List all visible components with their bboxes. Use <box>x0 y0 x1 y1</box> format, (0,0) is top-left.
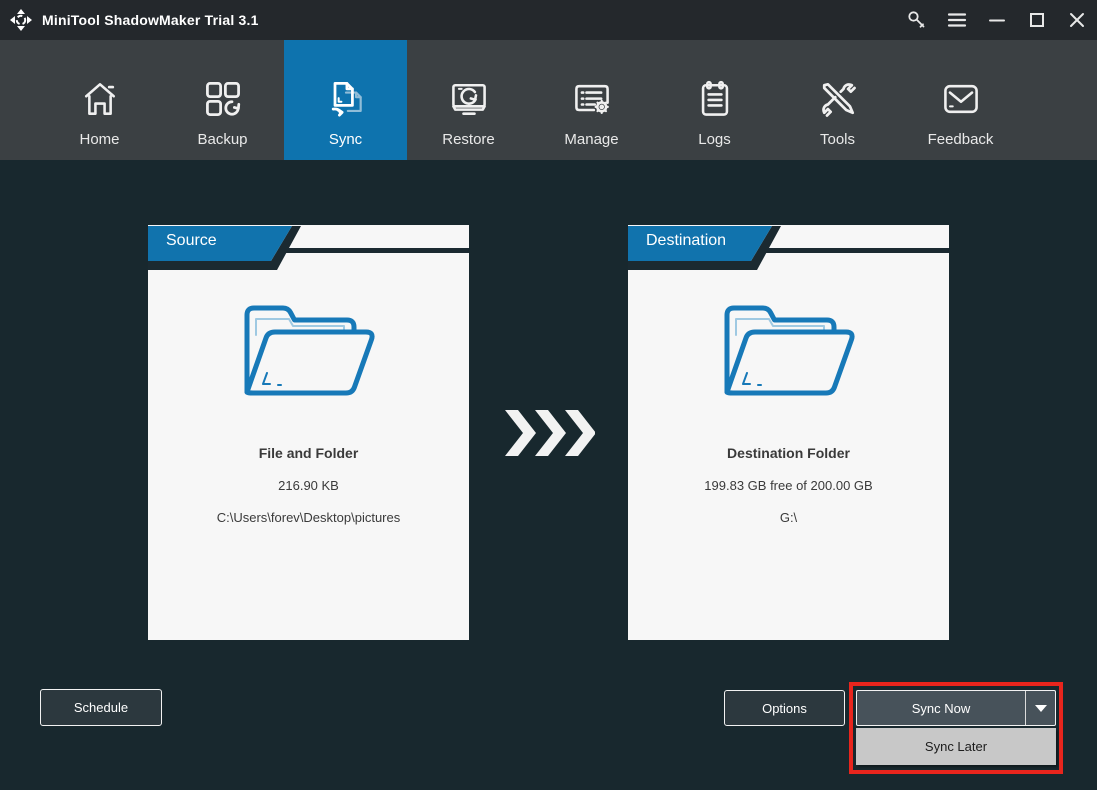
tab-home-label: Home <box>79 131 119 148</box>
menu-icon[interactable] <box>937 0 977 40</box>
source-banner-label: Source <box>166 232 217 250</box>
source-path-value: C:\Users\forev\Desktop\pictures <box>148 510 469 525</box>
tab-feedback[interactable]: Feedback <box>899 40 1022 160</box>
open-folder-icon <box>148 297 469 399</box>
sync-files-icon <box>324 77 368 121</box>
tab-manage-label: Manage <box>564 131 618 148</box>
open-folder-icon <box>628 297 949 399</box>
source-card[interactable]: Source File and Folder 216.90 KB C:\User… <box>148 225 469 640</box>
logs-clipboard-icon <box>693 77 737 121</box>
app-logo-icon <box>8 7 34 33</box>
source-size-value: 216.90 KB <box>148 478 469 493</box>
options-button[interactable]: Options <box>724 690 845 726</box>
minimize-icon[interactable] <box>977 0 1017 40</box>
source-type-label: File and Folder <box>148 445 469 461</box>
tab-sync[interactable]: Sync <box>284 40 407 160</box>
home-icon <box>78 77 122 121</box>
tab-feedback-label: Feedback <box>928 131 994 148</box>
chevron-down-icon <box>1035 705 1047 712</box>
tab-logs-label: Logs <box>698 131 731 148</box>
destination-card[interactable]: Destination Destination Folder 199.83 GB… <box>628 225 949 640</box>
tab-restore[interactable]: Restore <box>407 40 530 160</box>
register-key-icon[interactable] <box>897 0 937 40</box>
sync-now-split-button: Sync Now <box>856 690 1056 726</box>
tab-home[interactable]: Home <box>38 40 161 160</box>
backup-grid-icon <box>201 77 245 121</box>
feedback-envelope-icon <box>939 77 983 121</box>
window-title: MiniTool ShadowMaker Trial 3.1 <box>42 12 259 28</box>
maximize-icon[interactable] <box>1017 0 1057 40</box>
destination-path-value: G:\ <box>628 510 949 525</box>
tab-tools[interactable]: Tools <box>776 40 899 160</box>
tab-backup[interactable]: Backup <box>161 40 284 160</box>
destination-type-label: Destination Folder <box>628 445 949 461</box>
tab-tools-label: Tools <box>820 131 855 148</box>
sync-now-button[interactable]: Sync Now <box>857 691 1026 725</box>
minitool-shadowmaker-window: MiniTool ShadowMaker Trial 3.1 <box>0 0 1097 790</box>
manage-list-gear-icon <box>570 77 614 121</box>
destination-free-space-value: 199.83 GB free of 200.00 GB <box>628 478 949 493</box>
restore-monitor-icon <box>447 77 491 121</box>
tab-backup-label: Backup <box>197 131 247 148</box>
destination-banner-label: Destination <box>646 232 726 250</box>
tab-restore-label: Restore <box>442 131 495 148</box>
tools-wrench-icon <box>816 77 860 121</box>
main-navigation: Home Backup <box>0 40 1097 160</box>
sync-later-menu-item[interactable]: Sync Later <box>856 728 1056 765</box>
tab-manage[interactable]: Manage <box>530 40 653 160</box>
schedule-button[interactable]: Schedule <box>40 689 162 726</box>
tab-sync-label: Sync <box>329 131 362 148</box>
titlebar: MiniTool ShadowMaker Trial 3.1 <box>0 0 1097 40</box>
triple-chevron-right-icon <box>505 410 595 456</box>
sync-now-dropdown-toggle[interactable] <box>1026 691 1055 725</box>
close-icon[interactable] <box>1057 0 1097 40</box>
tab-logs[interactable]: Logs <box>653 40 776 160</box>
